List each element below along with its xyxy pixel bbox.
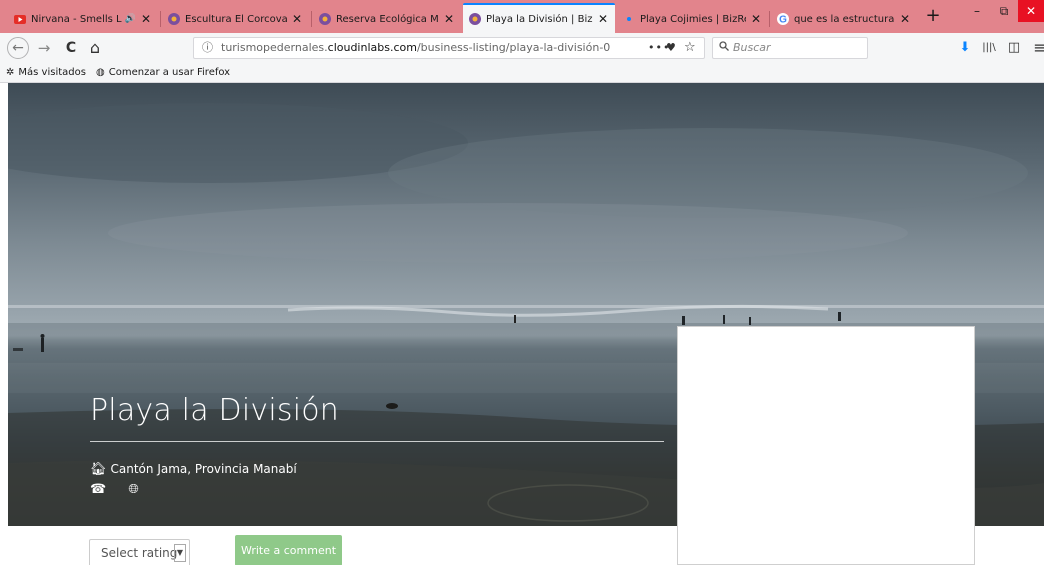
rating-select[interactable]: Select rating ▼ — [89, 539, 190, 565]
bizreview-icon — [469, 13, 481, 25]
close-tab-icon[interactable]: ✕ — [291, 12, 303, 26]
ad-placeholder — [677, 326, 975, 565]
write-comment-button[interactable]: Write a comment — [235, 535, 342, 565]
firefox-icon: ◍ — [96, 67, 105, 78]
reload-icon: C — [65, 40, 77, 56]
url-prefix: turismopedernales. — [221, 41, 328, 54]
search-input[interactable]: Buscar — [712, 37, 868, 59]
search-icon — [719, 41, 729, 54]
new-tab-button[interactable]: + — [924, 7, 942, 27]
location-text: Cantón Jama, Provincia Manabí — [110, 462, 297, 476]
google-icon: G — [777, 13, 789, 25]
bookmarks-toolbar: ✲ Más visitados ◍ Comenzar a usar Firefox — [0, 63, 1044, 83]
tab-playa-la-division[interactable]: Playa la División | BizRevie ✕ — [463, 3, 615, 33]
tab-playa-cojimies[interactable]: Playa Cojimies | BizReview ✕ — [617, 5, 768, 33]
page-content: Playa la División 🏠︎ Cantón Jama, Provinc… — [0, 83, 1044, 565]
downloads-icon[interactable]: ⬇ — [955, 37, 975, 59]
listing-title: Playa la División — [90, 393, 339, 428]
close-tab-icon[interactable]: ✕ — [597, 12, 609, 26]
url-bar[interactable]: ⓘ turismopedernales.cloudinlabs.com/busin… — [193, 37, 705, 59]
home-icon: ⌂ — [89, 38, 101, 57]
bizreview-icon — [168, 13, 180, 25]
bookmark-mas-visitados[interactable]: ✲ Más visitados — [6, 63, 86, 82]
reload-button[interactable]: C — [60, 37, 82, 59]
sidebar-icon[interactable]: ◫ — [1004, 37, 1024, 59]
title-divider — [90, 441, 664, 442]
window-close-button[interactable]: ✕ — [1018, 0, 1044, 22]
back-button[interactable]: ← — [7, 37, 29, 59]
pocket-icon[interactable]: ♥ — [666, 38, 676, 58]
chevron-down-icon: ▼ — [174, 544, 186, 562]
svg-text:G: G — [779, 15, 787, 26]
home-icon: 🏠︎ — [90, 462, 107, 477]
library-icon[interactable]: |||\ — [979, 37, 999, 59]
speaker-icon[interactable]: 🔊 — [125, 14, 136, 24]
forward-button[interactable]: → — [33, 37, 55, 59]
rating-select-value: Select rating — [101, 546, 178, 560]
search-placeholder: Buscar — [733, 41, 771, 54]
tab-nirvana[interactable]: Nirvana - Smells Like T 🔊 ✕ — [8, 5, 158, 33]
bookmark-comenzar-firefox[interactable]: ◍ Comenzar a usar Firefox — [96, 63, 230, 82]
gear-icon: ✲ — [6, 67, 15, 78]
listing-location: 🏠︎ Cantón Jama, Provincia Manabí — [90, 462, 297, 477]
globe-icon[interactable]: 🌐︎ — [128, 482, 138, 497]
tab-escultura[interactable]: Escultura El Corcovado de ✕ — [162, 5, 309, 33]
contact-icons: ☎ 🌐︎ — [90, 482, 157, 497]
loading-icon — [623, 13, 635, 25]
restore-button[interactable]: ⧉ — [990, 4, 1018, 19]
close-tab-icon[interactable]: ✕ — [750, 12, 762, 26]
close-tab-icon[interactable]: ✕ — [140, 12, 152, 26]
phone-icon[interactable]: ☎ — [90, 482, 106, 497]
youtube-icon — [14, 13, 26, 25]
navigation-toolbar: ← → C ⌂ ⓘ turismopedernales.cloudinlabs.c… — [0, 33, 1044, 63]
menu-icon[interactable]: ≡ — [1030, 37, 1044, 59]
tab-strip: Nirvana - Smells Like T 🔊 ✕ Escultura El… — [0, 0, 1044, 33]
tab-google-search[interactable]: G que es la estructuracion le ✕ — [771, 5, 917, 33]
close-tab-icon[interactable]: ✕ — [443, 12, 455, 26]
url-host: cloudinlabs.com — [327, 41, 417, 54]
site-info-icon[interactable]: ⓘ — [202, 41, 213, 54]
close-tab-icon[interactable]: ✕ — [899, 12, 911, 26]
bizreview-icon — [319, 13, 331, 25]
minimize-button[interactable]: – — [963, 4, 991, 18]
bookmark-star-icon[interactable]: ☆ — [684, 38, 696, 58]
tab-reserva[interactable]: Reserva Ecológica Mache ✕ — [313, 5, 461, 33]
url-path: /business-listing/playa-la-división-0 — [416, 41, 611, 54]
home-button[interactable]: ⌂ — [84, 37, 106, 59]
